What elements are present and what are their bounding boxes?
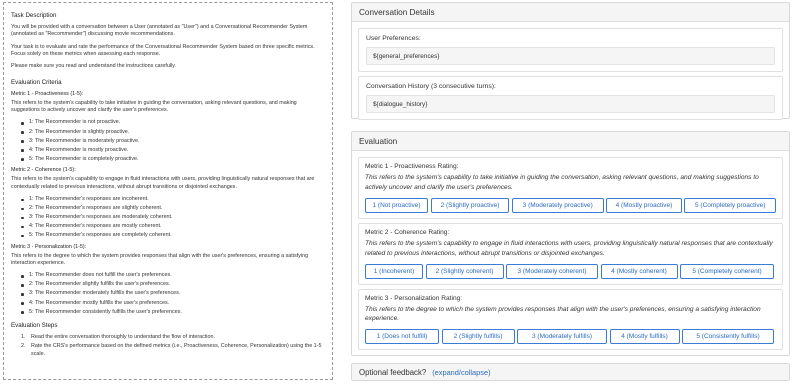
task-paragraph-1: You will be provided with a conversation… — [11, 23, 308, 38]
conversation-history-label: Conversation History (3 consecutive turn… — [366, 83, 496, 90]
optional-feedback-panel: Optional feedback? (expand/collapse) — [351, 363, 790, 381]
criteria-metric-desc: This refers to the degree to which the s… — [11, 252, 309, 267]
list-item: 4: The Recommender mostly fulfills the u… — [21, 300, 325, 308]
metric-description: This refers to the system's capability t… — [365, 174, 759, 191]
user-preferences-label: User Preferences: — [366, 35, 421, 42]
list-item: 4: The Recommender is mostly proactive. — [21, 147, 325, 155]
list-item: 2: The Recommender slightly fulfills the… — [21, 281, 325, 289]
list-item: 3: The Recommender moderately fulfills t… — [21, 290, 325, 298]
criteria-metric-desc: This refers to the system's capability t… — [11, 176, 315, 190]
rating-button-3[interactable]: 3 (Moderately fulfills) — [517, 329, 607, 345]
rating-button-2[interactable]: 2 (Slightly coherent) — [425, 263, 504, 279]
rating-button-group: 1 (Does not fulfill) 2 (Slightly fulfill… — [365, 329, 776, 345]
task-paragraph-3: Please make sure you read and understand… — [11, 63, 177, 70]
conversation-history-card: Conversation History (3 consecutive turn… — [358, 76, 783, 120]
metric-label: Metric 2 - Coherence Rating: — [365, 228, 450, 236]
rating-button-2[interactable]: 2 (Slightly proactive) — [430, 197, 510, 213]
rating-button-4[interactable]: 4 (Mostly fulfills) — [609, 329, 680, 345]
feedback-heading: Optional feedback? — [359, 367, 427, 377]
instructions-panel: Task Description You will be provided wi… — [3, 2, 333, 380]
list-item: 1: The Recommender's responses are incoh… — [21, 196, 325, 204]
rating-button-2[interactable]: 2 (Slightly fulfills) — [441, 329, 515, 345]
criteria-metric-title: Metric 1 - Proactiveness (1-5): — [11, 90, 84, 97]
criteria-metric-title: Metric 3 - Personalization (1-5): — [11, 243, 87, 250]
criteria-level-list: 1: The Recommender does not fulfill the … — [21, 272, 325, 316]
list-item: 4: The Recommender's responses are mostl… — [21, 223, 325, 231]
list-item: 1. Read the entire conversation thoroughl… — [21, 334, 325, 342]
list-item: 3: The Recommender is moderately proacti… — [21, 138, 325, 146]
step-number: 1. — [21, 334, 26, 341]
evaluation-steps-heading: Evaluation Steps — [11, 322, 58, 330]
step-text: Rate the CRS's performance based on the … — [31, 343, 322, 357]
task-paragraph-2: Your task is to evaluate and rate the pe… — [11, 43, 315, 58]
list-item: 2: The Recommender is slightly proactive… — [21, 129, 325, 137]
user-preferences-value: ${general_preferences} — [366, 47, 775, 65]
rating-button-3[interactable]: 3 (Moderately coherent) — [506, 263, 598, 279]
list-item: 2: The Recommender's responses are sligh… — [21, 205, 325, 213]
metric-label: Metric 1 - Proactiveness Rating: — [365, 163, 459, 170]
evaluation-steps-list: 1. Read the entire conversation thoroughl… — [21, 334, 325, 358]
rating-button-1[interactable]: 1 (Does not fulfill) — [365, 329, 439, 345]
panel-heading: Optional feedback? (expand/collapse) — [352, 364, 789, 380]
rating-button-4[interactable]: 4 (Mostly proactive) — [606, 197, 682, 213]
criteria-metric-1: Metric 1 - Proactiveness (1-5): This ref… — [11, 91, 325, 163]
rating-button-1[interactable]: 1 (Not proactive) — [365, 197, 429, 213]
criteria-level-list: 1: The Recommender's responses are incoh… — [21, 196, 325, 240]
conversation-details-panel: Conversation Details User Preferences: $… — [351, 2, 790, 120]
list-item: 1: The Recommender does not fulfill the … — [21, 272, 325, 280]
list-item: 5: The Recommender is completely proacti… — [21, 156, 325, 164]
panel-body: User Preferences: ${general_preferences}… — [352, 22, 789, 130]
conversation-history-value: ${dialogue_history} — [366, 95, 775, 113]
criteria-metric-2: Metric 2 - Coherence (1-5): This refers … — [11, 167, 325, 239]
rating-button-5[interactable]: 5 (Consistently fulfills) — [682, 329, 774, 345]
criteria-level-list: 1: The Recommender is not proactive. 2: … — [21, 119, 325, 163]
rating-button-group: 1 (Not proactive) 2 (Slightly proactive)… — [365, 197, 777, 213]
list-item: 2. Rate the CRS's performance based on th… — [21, 343, 325, 358]
evaluation-criteria-heading: Evaluation Criteria — [11, 79, 62, 87]
panel-body: Metric 1 - Proactiveness Rating: This re… — [352, 151, 789, 356]
criteria-metric-desc: This refers to the system's capability t… — [11, 99, 297, 114]
user-preferences-card: User Preferences: ${general_preferences} — [358, 28, 783, 72]
task-description-heading: Task Description — [11, 12, 57, 19]
list-item: 5: The Recommender's responses are compl… — [21, 232, 325, 240]
panel-heading: Conversation Details — [352, 3, 789, 22]
list-item: 5: The Recommender consistently fulfills… — [21, 309, 325, 317]
rating-button-1[interactable]: 1 (Incoherent) — [365, 263, 423, 279]
step-text: Read the entire conversation thoroughly … — [31, 334, 215, 341]
metric-description: This refers to the degree to which the s… — [365, 305, 761, 323]
list-item: 1: The Recommender is not proactive. — [21, 119, 325, 127]
rating-button-5[interactable]: 5 (Completely proactive) — [684, 197, 777, 213]
criteria-metric-3: Metric 3 - Personalization (1-5): This r… — [11, 244, 325, 316]
expand-collapse-link[interactable]: (expand/collapse) — [432, 368, 490, 377]
rating-button-3[interactable]: 3 (Moderately proactive) — [511, 197, 604, 213]
metric-label: Metric 3 - Personalization Rating: — [365, 294, 463, 302]
coherence-rating: Metric 2 - Coherence Rating: This refers… — [358, 222, 783, 285]
rating-button-5[interactable]: 5 (Completely coherent) — [680, 263, 774, 279]
rating-button-group: 1 (Incoherent) 2 (Slightly coherent) 3 (… — [365, 263, 776, 279]
evaluation-panel: Evaluation Metric 1 - Proactiveness Rati… — [351, 131, 790, 356]
step-number: 2. — [21, 343, 26, 350]
personalization-rating: Metric 3 - Personalization Rating: This … — [358, 288, 783, 351]
proactiveness-rating: Metric 1 - Proactiveness Rating: This re… — [358, 157, 783, 219]
criteria-metric-title: Metric 2 - Coherence (1-5): — [11, 167, 76, 174]
list-item: 3: The Recommender's responses are moder… — [21, 214, 325, 222]
panel-heading: Evaluation — [352, 132, 789, 151]
metric-description: This refers to the system's capability t… — [365, 239, 773, 257]
rating-button-4[interactable]: 4 (Mostly coherent) — [600, 263, 678, 279]
